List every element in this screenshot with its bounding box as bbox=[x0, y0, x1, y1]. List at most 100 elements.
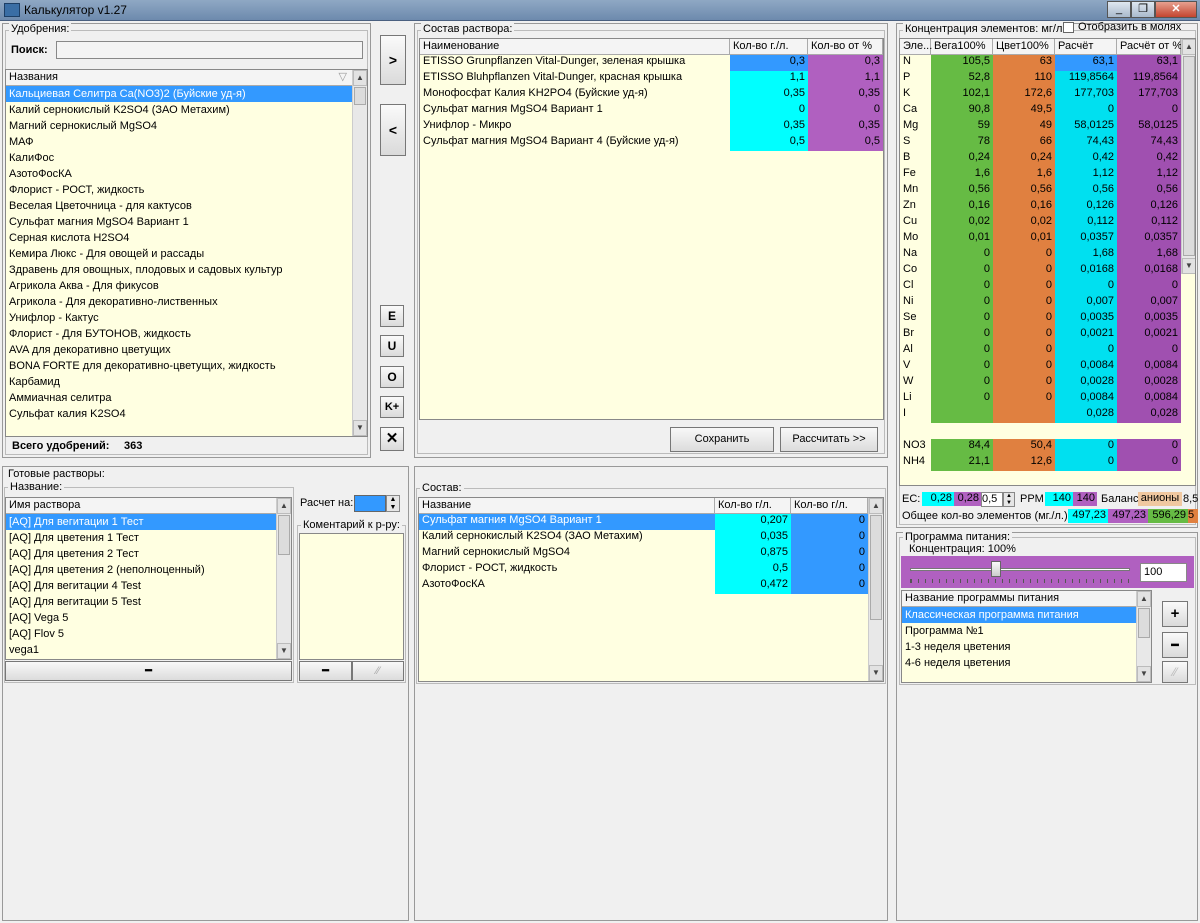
composition-col-g[interactable]: Кол-во г./л. bbox=[730, 39, 808, 54]
composition-col-pct[interactable]: Кол-во от % bbox=[808, 39, 883, 54]
scroll-down-icon[interactable]: ▼ bbox=[869, 665, 883, 681]
list-item[interactable]: Кальциевая Селитра Ca(NO3)2 (Буйские уд-… bbox=[6, 86, 353, 102]
list-item[interactable]: [AQ] Для вегитации 4 Test bbox=[6, 578, 276, 594]
list-item[interactable]: Веселая Цветочница - для кактусов bbox=[6, 198, 353, 214]
u-button[interactable]: U bbox=[380, 335, 404, 357]
list-item[interactable]: 4-6 неделя цветения bbox=[902, 655, 1136, 671]
list-item[interactable]: МАФ bbox=[6, 134, 353, 150]
minimize-icon[interactable]: _ bbox=[1107, 1, 1131, 18]
program-add-button[interactable]: + bbox=[1162, 601, 1188, 627]
list-item[interactable]: [AQ] Для вегитации 1 Тест bbox=[6, 514, 276, 530]
scroll-up-icon[interactable]: ▲ bbox=[869, 498, 883, 514]
program-remove-button[interactable]: ━ bbox=[1162, 632, 1188, 658]
list-item[interactable]: [AQ] Для цветения 1 Тест bbox=[6, 530, 276, 546]
list-item[interactable]: BONA FORTE для декоративно-цветущих, жид… bbox=[6, 358, 353, 374]
list-item[interactable]: Программа №1 bbox=[902, 623, 1136, 639]
program-conc-input[interactable]: 100 bbox=[1140, 563, 1187, 582]
program-header[interactable]: Название программы питания bbox=[902, 591, 1136, 607]
scroll-up-icon[interactable]: ▲ bbox=[277, 498, 291, 514]
scroll-down-icon[interactable]: ▼ bbox=[1137, 666, 1151, 682]
list-item[interactable]: Калий сернокислый K2SO4 (ЗАО Метахим) bbox=[6, 102, 353, 118]
add-button[interactable]: > bbox=[380, 35, 406, 85]
e-button[interactable]: E bbox=[380, 305, 404, 327]
list-item[interactable]: [AQ] Для цветения 2 (неполноценный) bbox=[6, 562, 276, 578]
composition-g[interactable]: 0,5 bbox=[730, 135, 808, 151]
table-row[interactable]: Монофосфат Калия KH2PO4 (Буйские уд-я) 0,… bbox=[420, 87, 883, 103]
calc-on-input[interactable] bbox=[354, 495, 386, 512]
list-item[interactable]: Сульфат калия K2SO4 bbox=[6, 406, 353, 422]
list-item[interactable]: Унифлор - Кактус bbox=[6, 310, 353, 326]
fertilizers-scrollbar[interactable]: ▲ ▼ bbox=[352, 70, 367, 436]
program-slider-track[interactable] bbox=[910, 568, 1130, 571]
remove-solution-button[interactable]: ━ bbox=[5, 661, 292, 681]
list-item[interactable]: Флорист - РОСТ, жидкость bbox=[6, 182, 353, 198]
list-item[interactable]: Магний сернокислый MgSO4 bbox=[6, 118, 353, 134]
program-edit-icon[interactable]: ⁄⁄ bbox=[1162, 661, 1188, 683]
list-item[interactable]: [AQ] Для цветения 2 Тест bbox=[6, 546, 276, 562]
list-item[interactable]: [AQ] Для вегитации 5 Test bbox=[6, 594, 276, 610]
ec-step-input[interactable]: 0,5 bbox=[981, 492, 1003, 507]
list-item[interactable]: Карбамид bbox=[6, 374, 353, 390]
list-item[interactable]: Здравень для овощных, плодовых и садовых… bbox=[6, 262, 353, 278]
scroll-thumb[interactable] bbox=[278, 515, 290, 555]
sostav-col-b[interactable]: Кол-во г/л. bbox=[791, 498, 868, 513]
list-item[interactable]: Кемира Люкс - Для овощей и рассады bbox=[6, 246, 353, 262]
scroll-down-icon[interactable]: ▼ bbox=[277, 643, 291, 659]
list-item[interactable]: [AQ] Flov 5 bbox=[6, 626, 276, 642]
comment-edit-icon[interactable]: ⁄⁄ bbox=[352, 661, 404, 681]
list-item[interactable]: Агрикола Аква - Для фикусов bbox=[6, 278, 353, 294]
scroll-up-icon[interactable]: ▲ bbox=[1137, 591, 1151, 607]
list-item[interactable]: AVA для декоративно цветущих bbox=[6, 342, 353, 358]
scroll-thumb[interactable] bbox=[354, 87, 366, 105]
program-scrollbar[interactable]: ▲ ▼ bbox=[1136, 591, 1151, 682]
list-item[interactable]: АзотоФосКА bbox=[6, 166, 353, 182]
program-slider-thumb[interactable] bbox=[990, 561, 1001, 577]
sostav-a[interactable]: 0,472 bbox=[715, 578, 791, 594]
composition-g[interactable]: 0,35 bbox=[730, 87, 808, 103]
scroll-down-icon[interactable]: ▼ bbox=[353, 420, 367, 436]
sostav-col-name[interactable]: Название bbox=[419, 498, 715, 513]
list-item[interactable]: Флорист - Для БУТОНОВ, жидкость bbox=[6, 326, 353, 342]
concentration-scrollbar[interactable]: ▲ ▼ bbox=[1181, 39, 1195, 274]
conc-col-calc[interactable]: Расчёт bbox=[1055, 39, 1117, 54]
o-button[interactable]: O bbox=[380, 366, 404, 388]
ready-solutions-header[interactable]: Имя раствора bbox=[6, 498, 276, 514]
remove-button[interactable]: < bbox=[380, 104, 406, 156]
sostav-a[interactable]: 0,875 bbox=[715, 546, 791, 562]
composition-g[interactable]: 0,35 bbox=[730, 119, 808, 135]
scroll-thumb[interactable] bbox=[1183, 56, 1195, 256]
ec-spinner-icon[interactable]: ▲ ▼ bbox=[1003, 492, 1015, 507]
maximize-icon[interactable]: ❐ bbox=[1131, 1, 1155, 18]
table-row[interactable]: Магний сернокислый MgSO4 0,875 0 bbox=[419, 546, 868, 562]
ready-solutions-scrollbar[interactable]: ▲ ▼ bbox=[276, 498, 291, 659]
scroll-thumb[interactable] bbox=[870, 515, 882, 620]
composition-g[interactable]: 0 bbox=[730, 103, 808, 119]
list-item[interactable]: Серная кислота H2SO4 bbox=[6, 230, 353, 246]
save-button[interactable]: Сохранить bbox=[670, 427, 774, 452]
conc-col-element[interactable]: Эле... bbox=[900, 39, 932, 54]
list-item[interactable]: Агрикола - Для декоративно-лиственных bbox=[6, 294, 353, 310]
list-item[interactable]: Классическая программа питания bbox=[902, 607, 1136, 623]
scroll-up-icon[interactable]: ▲ bbox=[1182, 39, 1195, 55]
sostav-a[interactable]: 0,207 bbox=[715, 514, 791, 530]
list-item[interactable]: 1-3 неделя цветения bbox=[902, 639, 1136, 655]
conc-col-calc-pct[interactable]: Расчёт от % bbox=[1117, 39, 1181, 54]
table-row[interactable]: Сульфат магния MgSO4 Вариант 1 00 bbox=[420, 103, 883, 119]
table-row[interactable]: Сульфат магния MgSO4 Вариант 4 (Буйские … bbox=[420, 135, 883, 151]
list-item[interactable]: [AQ] Vega 5 bbox=[6, 610, 276, 626]
table-row[interactable]: ETISSO Bluhpflanzen Vital-Dunger, красна… bbox=[420, 71, 883, 87]
moles-checkbox[interactable] bbox=[1063, 22, 1074, 33]
k-plus-button[interactable]: K+ bbox=[380, 396, 404, 418]
scroll-up-icon[interactable]: ▲ bbox=[353, 70, 367, 86]
scroll-thumb[interactable] bbox=[1138, 608, 1150, 638]
conc-col-tsvet[interactable]: Цвет100% bbox=[993, 39, 1055, 54]
calculate-button[interactable]: Рассчитать >> bbox=[780, 427, 878, 452]
table-row[interactable]: Сульфат магния MgSO4 Вариант 1 0,207 0 bbox=[419, 514, 868, 530]
conc-col-vega[interactable]: Вега100% bbox=[931, 39, 993, 54]
list-item[interactable]: КалиФос bbox=[6, 150, 353, 166]
sostav-a[interactable]: 0,5 bbox=[715, 562, 791, 578]
table-row[interactable]: АзотоФосКА 0,472 0 bbox=[419, 578, 868, 594]
scroll-down-icon[interactable]: ▼ bbox=[1182, 258, 1195, 274]
table-row[interactable]: Унифлор - Микро 0,35 0,35 bbox=[420, 119, 883, 135]
comment-remove-button[interactable]: ━ bbox=[299, 661, 352, 681]
